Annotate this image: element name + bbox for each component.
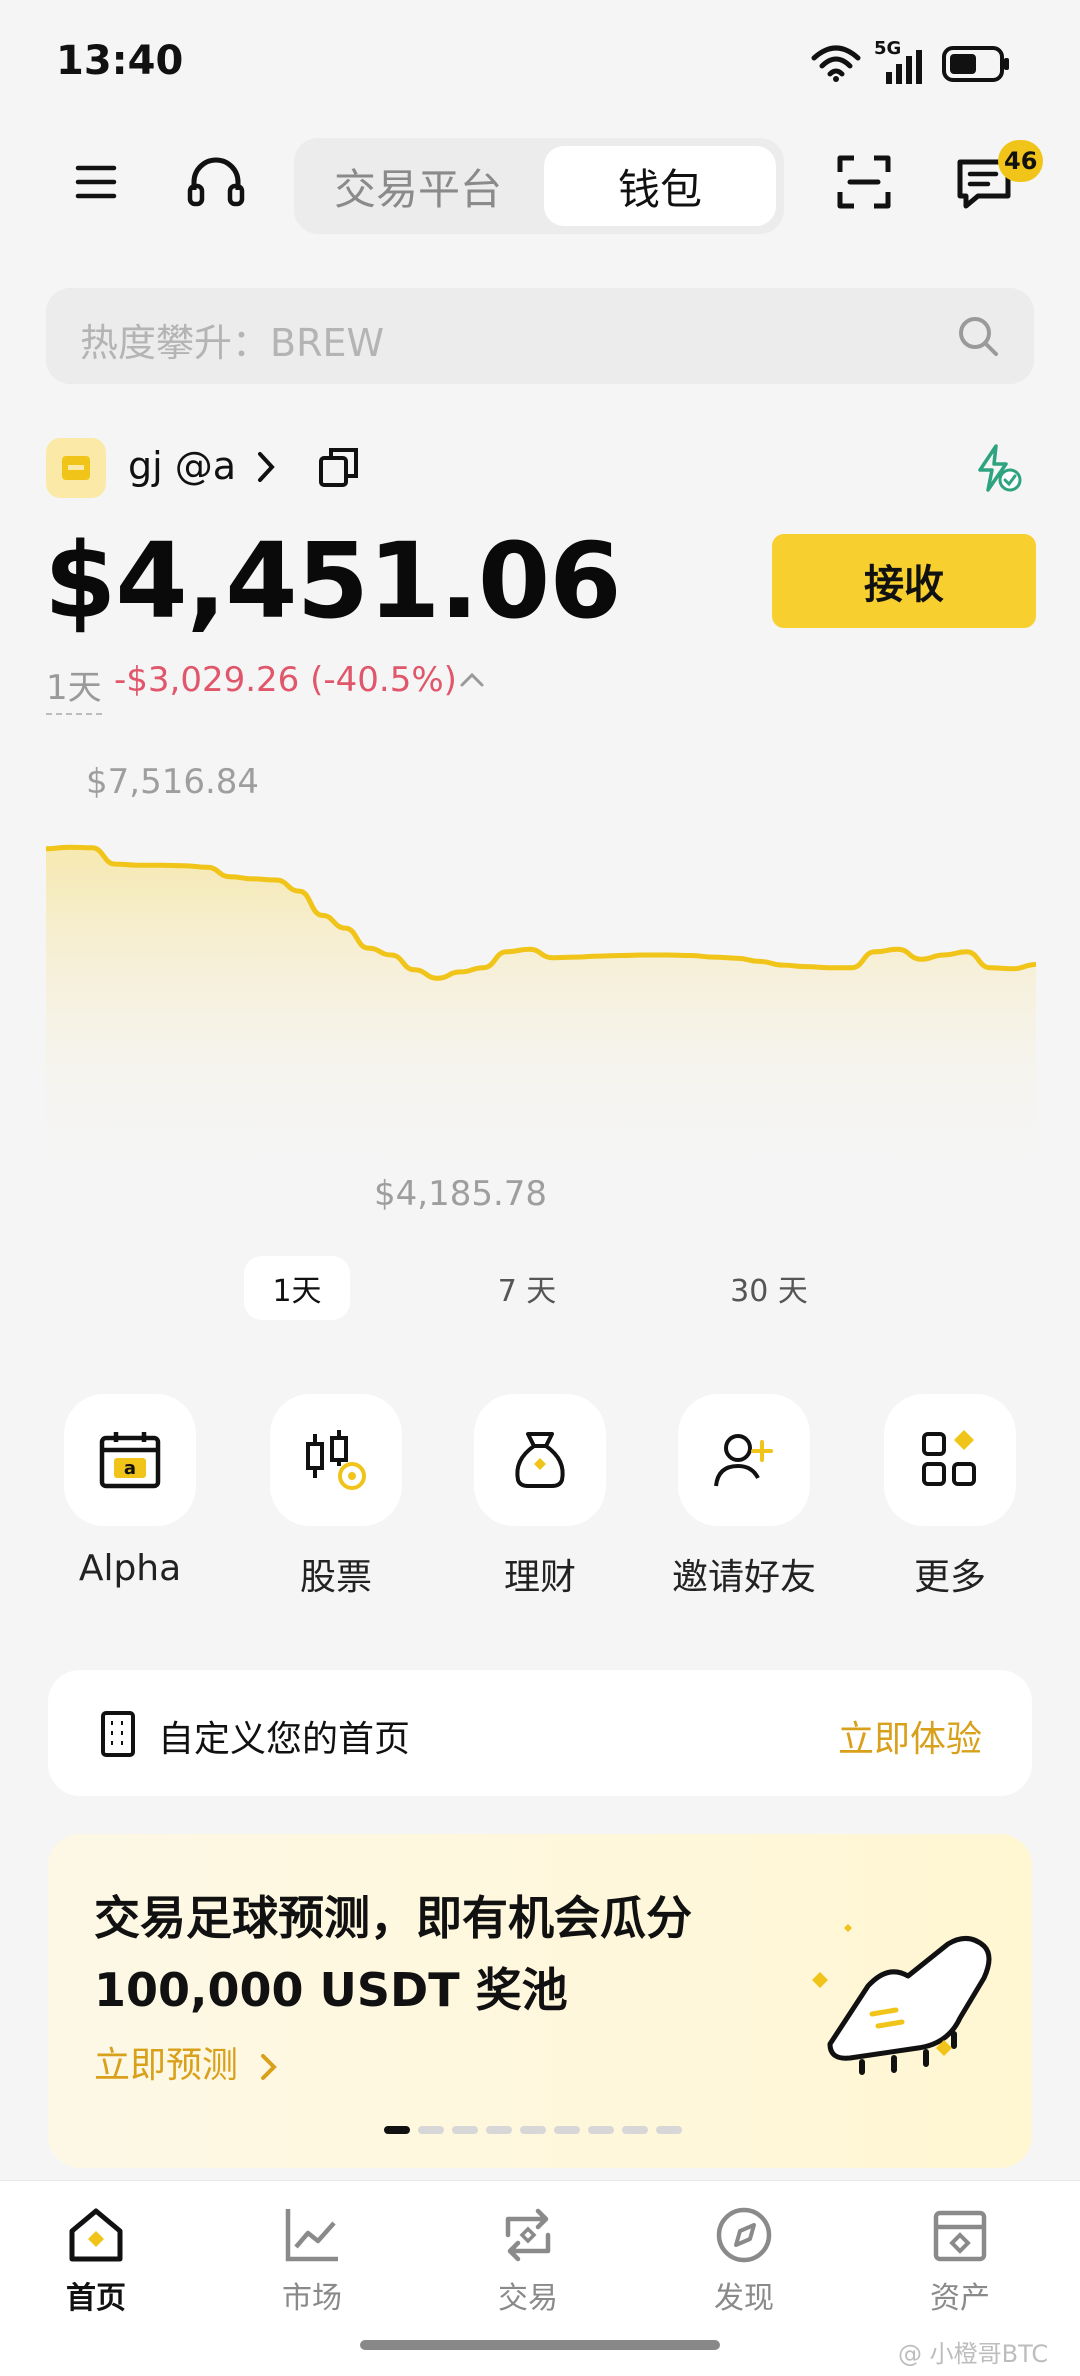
balance-change: -$3,029.26 (-40.5%) — [114, 660, 457, 700]
invite-friends-label: 邀请好友 — [671, 1557, 816, 1598]
menu-icon[interactable] — [74, 160, 118, 204]
account-name[interactable]: gj @a — [128, 444, 236, 488]
tab-wallet[interactable]: 钱包 — [544, 146, 776, 226]
customize-icon — [100, 1710, 136, 1758]
promo-title-line1: 交易足球预测，即有机会瓜分 — [94, 1891, 692, 1945]
search-icon[interactable] — [956, 314, 1000, 358]
chart-area — [46, 847, 1036, 1180]
nav-discover-label: 发现 — [714, 2281, 774, 2316]
signal-icon — [886, 50, 926, 84]
wallet-icon — [930, 2205, 990, 2265]
market-chart-icon — [282, 2205, 342, 2265]
battery-icon — [942, 46, 1012, 82]
promo-cta[interactable]: 立即预测 — [94, 2036, 279, 2088]
change-period[interactable]: 1天 — [46, 660, 102, 715]
period-tab-1d[interactable]: 1天 — [244, 1256, 350, 1320]
promo-banner[interactable]: 交易足球预测，即有机会瓜分 100,000 USDT 奖池 立即预测 — [48, 1834, 1032, 2168]
finance-button[interactable] — [474, 1394, 606, 1526]
money-bag-icon — [508, 1428, 572, 1492]
alpha-label: Alpha — [78, 1548, 182, 1589]
nav-home-label: 首页 — [66, 2281, 126, 2316]
gas-check-icon[interactable] — [974, 444, 1024, 494]
receive-button[interactable]: 接收 — [772, 534, 1036, 628]
mode-switch: 交易平台 钱包 — [294, 138, 784, 234]
nav-market-label: 市场 — [282, 2281, 342, 2316]
customize-cta[interactable]: 立即体验 — [838, 1710, 982, 1762]
nav-home[interactable]: 首页 — [26, 2205, 166, 2317]
svg-text:a: a — [124, 1458, 136, 1479]
promo-title-line2: 100,000 USDT 奖池 — [94, 1963, 568, 2017]
stock-button[interactable] — [270, 1394, 402, 1526]
total-balance: $4,451.06 — [44, 520, 622, 642]
search-bar[interactable]: 热度攀升：BREW — [46, 288, 1034, 384]
add-user-icon — [712, 1428, 776, 1492]
carousel-dot[interactable] — [520, 2126, 546, 2134]
home-icon — [66, 2205, 126, 2265]
carousel-dot[interactable] — [418, 2126, 444, 2134]
nav-trade-label: 交易 — [498, 2281, 558, 2316]
promo-title: 交易足球预测，即有机会瓜分 100,000 USDT 奖池 — [94, 1882, 794, 2026]
search-placeholder: 热度攀升：BREW — [80, 321, 385, 365]
carousel-dot[interactable] — [588, 2126, 614, 2134]
copy-icon[interactable] — [318, 446, 360, 488]
customize-home-card[interactable]: 自定义您的首页 立即体验 — [48, 1670, 1032, 1796]
chevron-right-icon[interactable] — [254, 450, 278, 484]
customize-text: 自定义您的首页 — [158, 1719, 411, 1760]
carousel-dot[interactable] — [622, 2126, 648, 2134]
chevron-right-icon — [259, 2052, 279, 2082]
trade-icon — [498, 2205, 558, 2265]
football-boot-icon — [808, 1894, 1008, 2094]
more-grid-icon — [918, 1428, 982, 1492]
support-headset-icon[interactable] — [186, 156, 246, 208]
carousel-dots[interactable] — [384, 2126, 682, 2134]
carousel-dot[interactable] — [384, 2126, 410, 2134]
promo-cta-label: 立即预测 — [94, 2045, 239, 2086]
status-time: 13:40 — [56, 38, 184, 84]
invite-friends-button[interactable] — [678, 1394, 810, 1526]
nav-trade[interactable]: 交易 — [458, 2205, 598, 2317]
calendar-alpha-icon: a — [98, 1428, 162, 1492]
carousel-dot[interactable] — [486, 2126, 512, 2134]
more-label: 更多 — [913, 1557, 986, 1598]
scan-icon[interactable] — [836, 154, 892, 210]
nav-assets-label: 资产 — [930, 2281, 990, 2316]
nav-discover[interactable]: 发现 — [674, 2205, 814, 2317]
carousel-dot[interactable] — [452, 2126, 478, 2134]
carousel-dot[interactable] — [656, 2126, 682, 2134]
balance-chart — [46, 800, 1036, 1180]
stock-icon — [304, 1428, 368, 1492]
message-badge: 46 — [998, 140, 1044, 182]
period-tab-7d[interactable]: 7 天 — [474, 1256, 580, 1320]
chart-max-label: $7,516.84 — [86, 762, 260, 802]
nav-market[interactable]: 市场 — [242, 2205, 382, 2317]
chevron-up-icon[interactable] — [458, 670, 486, 690]
nav-assets[interactable]: 资产 — [890, 2205, 1030, 2317]
wallet-avatar-icon — [46, 438, 106, 498]
stock-label: 股票 — [299, 1557, 372, 1598]
wifi-icon — [810, 44, 862, 82]
tab-exchange[interactable]: 交易平台 — [302, 146, 534, 226]
discover-icon — [714, 2205, 774, 2265]
alpha-button[interactable]: a — [64, 1394, 196, 1526]
chart-min-label: $4,185.78 — [374, 1174, 548, 1214]
home-indicator[interactable] — [360, 2340, 720, 2350]
carousel-dot[interactable] — [554, 2126, 580, 2134]
period-tab-30d[interactable]: 30 天 — [716, 1256, 822, 1320]
finance-label: 理财 — [503, 1557, 576, 1598]
watermark: @ 小橙哥BTC — [898, 2340, 1049, 2368]
more-button[interactable] — [884, 1394, 1016, 1526]
